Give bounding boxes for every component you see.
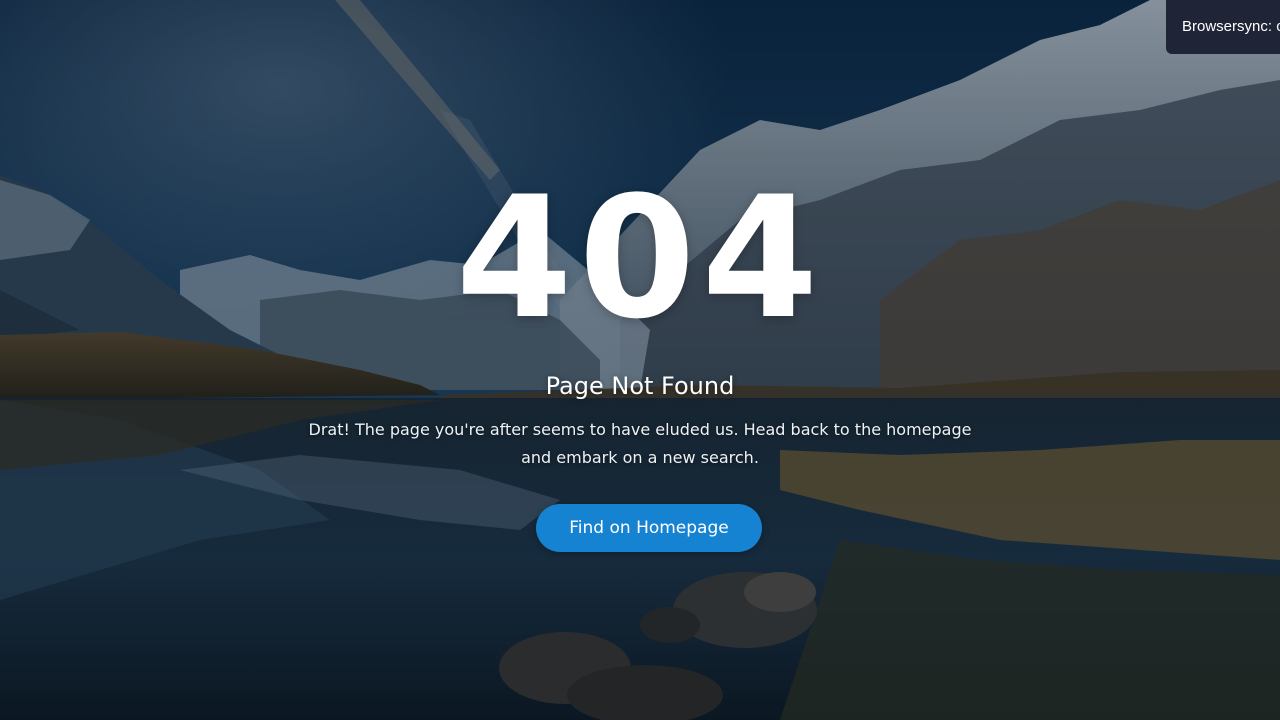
page-title: Page Not Found <box>545 372 735 400</box>
error-content: 404 Page Not Found Drat! The page you're… <box>0 0 1280 720</box>
find-on-homepage-button[interactable]: Find on Homepage <box>536 504 762 552</box>
error-code: 404 <box>455 160 825 356</box>
error-description: Drat! The page you're after seems to hav… <box>290 416 990 472</box>
browsersync-notification: Browsersync: c <box>1166 0 1280 54</box>
description-line-1: Drat! The page you're after seems to hav… <box>308 420 972 439</box>
description-line-2: and embark on a new search. <box>521 448 759 467</box>
error-page: 404 Page Not Found Drat! The page you're… <box>0 0 1280 720</box>
